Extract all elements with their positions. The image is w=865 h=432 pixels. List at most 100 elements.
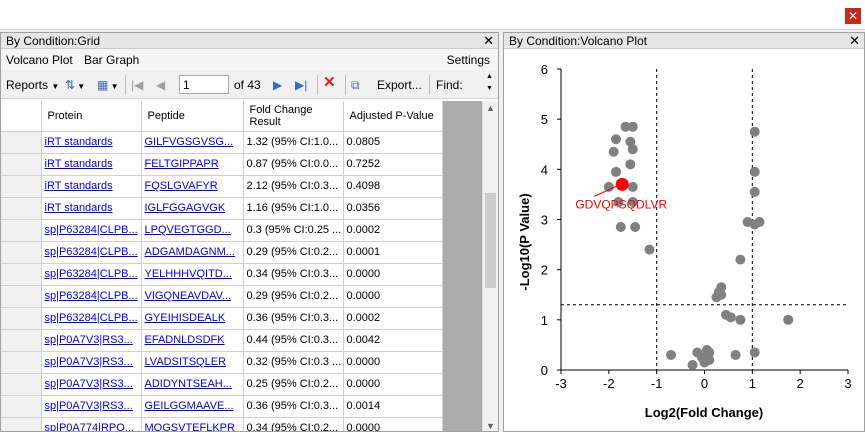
peptide-cell[interactable]: GYEIHISDEALK: [141, 307, 244, 330]
peptide-cell[interactable]: FQSLGVAFYR: [141, 175, 244, 198]
row-header[interactable]: [1, 417, 42, 431]
data-point: [735, 254, 746, 265]
peptide-cell[interactable]: LPQVEGTGGD...: [141, 219, 244, 242]
protein-cell[interactable]: sp|P63284|CLPB...: [41, 241, 142, 264]
peptide-cell[interactable]: ADIDYNTSEAH...: [141, 373, 244, 396]
volcano-plot-menu-item[interactable]: Volcano Plot: [6, 49, 73, 71]
peptide-cell[interactable]: FELTGIPPAPR: [141, 153, 244, 176]
scroll-down-icon[interactable]: ▼: [486, 421, 495, 431]
peptide-cell[interactable]: LVADSITSQLER: [141, 351, 244, 374]
protein-cell[interactable]: sp|P63284|CLPB...: [41, 307, 142, 330]
scrollbar-thumb[interactable]: [485, 193, 496, 288]
page-number-input[interactable]: [179, 75, 229, 94]
filter-icon[interactable]: ⇅ ▼: [65, 77, 85, 95]
protein-cell[interactable]: iRT standards: [41, 197, 142, 220]
protein-cell[interactable]: sp|P63284|CLPB...: [41, 285, 142, 308]
first-page-icon[interactable]: |◀: [131, 77, 143, 93]
row-header[interactable]: [1, 285, 42, 308]
row-header[interactable]: [1, 307, 42, 330]
fold-change-cell: 0.34 (95% CI:0.2...: [243, 417, 344, 431]
row-header[interactable]: [1, 219, 42, 242]
row-header[interactable]: [1, 153, 42, 176]
table-row[interactable]: sp|P63284|CLPB... LPQVEGTGGD... 0.3 (95% C…: [1, 219, 443, 242]
data-point: [630, 222, 641, 233]
close-icon[interactable]: ✕: [849, 33, 860, 49]
grid-toolbar: Reports ▼ ⇅ ▼ ▦ ▼ |◀ ◀ of 43 ▶ ▶| ✕ ⧉ Ex…: [1, 71, 498, 99]
copy-icon[interactable]: ⧉: [351, 77, 360, 93]
row-header[interactable]: [1, 351, 42, 374]
column-header-adjusted-p-value[interactable]: Adjusted P-Value: [343, 101, 443, 132]
protein-cell[interactable]: iRT standards: [41, 131, 142, 154]
last-page-icon[interactable]: ▶|: [295, 77, 307, 93]
volcano-panel: By Condition:Volcano Plot ✕ -3 -2 -1 0 1 2 3 0 1…: [503, 32, 865, 432]
protein-cell[interactable]: sp|P0A7V3|RS3...: [41, 373, 142, 396]
table-row[interactable]: sp|P63284|CLPB... ADGAMDAGNM... 0.29 (95% …: [1, 241, 443, 264]
y-tick-label: 0: [541, 363, 548, 378]
protein-cell[interactable]: iRT standards: [41, 175, 142, 198]
row-header[interactable]: [1, 395, 42, 418]
table-row[interactable]: iRT standards IGLFGGAGVGK 1.16 (95% CI:1.0…: [1, 197, 443, 220]
fold-change-cell: 1.16 (95% CI:1.0...: [243, 197, 344, 220]
table-row[interactable]: sp|P0A7V3|RS3... LVADSITSQLER 0.32 (95% CI…: [1, 351, 443, 374]
peptide-cell[interactable]: GEILGGMAAVE...: [141, 395, 244, 418]
peptide-cell[interactable]: EFADNLDSDFK: [141, 329, 244, 352]
table-row[interactable]: sp|P63284|CLPB... YELHHHVQITD... 0.34 (95%…: [1, 263, 443, 286]
fold-change-cell: 0.36 (95% CI:0.3...: [243, 395, 344, 418]
toolbar-divider: [429, 75, 430, 95]
protein-cell[interactable]: sp|P0A7V3|RS3...: [41, 329, 142, 352]
peptide-cell[interactable]: ADGAMDAGNM...: [141, 241, 244, 264]
protein-cell[interactable]: sp|P0A774|RPO...: [41, 417, 142, 431]
peptide-cell[interactable]: GILFVGSGVSG...: [141, 131, 244, 154]
table-row[interactable]: sp|P0A7V3|RS3... EFADNLDSDFK 0.44 (95% CI:…: [1, 329, 443, 352]
data-point: [749, 126, 760, 137]
grid-scrollbar[interactable]: ▲ ▼: [482, 101, 498, 431]
previous-page-icon[interactable]: ◀: [156, 77, 165, 93]
row-header[interactable]: [1, 329, 42, 352]
column-header-peptide[interactable]: Peptide: [141, 101, 244, 132]
peptide-cell[interactable]: VIGQNEAVDAV...: [141, 285, 244, 308]
table-row[interactable]: sp|P63284|CLPB... GYEIHISDEALK 0.36 (95% C…: [1, 307, 443, 330]
data-point: [666, 349, 677, 360]
row-header[interactable]: [1, 263, 42, 286]
protein-cell[interactable]: sp|P63284|CLPB...: [41, 219, 142, 242]
peptide-cell[interactable]: MQGSVTEFLKPR: [141, 417, 244, 431]
peptide-cell[interactable]: YELHHHVQITD...: [141, 263, 244, 286]
delete-icon[interactable]: ✕: [323, 75, 336, 91]
highlighted-peptide-label: GDVQPSQDLVR: [575, 197, 667, 211]
scroll-up-icon[interactable]: ▲: [486, 103, 495, 113]
row-header[interactable]: [1, 197, 42, 220]
settings-menu-item[interactable]: Settings: [447, 49, 490, 71]
table-row[interactable]: iRT standards FELTGIPPAPR 0.87 (95% CI:0.0…: [1, 153, 443, 176]
close-icon[interactable]: ✕: [845, 8, 861, 24]
volcano-plot[interactable]: -3 -2 -1 0 1 2 3 0 1 2 3 4 5 6 GDVQPSQDLVR -Log10(P Val…: [504, 50, 864, 431]
close-icon[interactable]: ✕: [483, 33, 494, 49]
table-row[interactable]: sp|P0A7V3|RS3... ADIDYNTSEAH... 0.25 (95% …: [1, 373, 443, 396]
table-row[interactable]: iRT standards FQSLGVAFYR 2.12 (95% CI:0.3.…: [1, 175, 443, 198]
bar-graph-menu-item[interactable]: Bar Graph: [84, 49, 139, 71]
protein-cell[interactable]: sp|P63284|CLPB...: [41, 263, 142, 286]
peptide-cell[interactable]: IGLFGGAGVGK: [141, 197, 244, 220]
protein-cell[interactable]: iRT standards: [41, 153, 142, 176]
table-row[interactable]: iRT standards GILFVGSGVSG... 1.32 (95% CI:…: [1, 131, 443, 154]
column-header-protein[interactable]: Protein: [41, 101, 142, 132]
p-value-cell: 0.0002: [343, 219, 443, 242]
results-grid: Protein Peptide Fold Change Result Adjus…: [1, 101, 484, 431]
find-label: Find:: [436, 78, 463, 92]
table-row[interactable]: sp|P0A7V3|RS3... GEILGGMAAVE... 0.36 (95% …: [1, 395, 443, 418]
row-header[interactable]: [1, 175, 42, 198]
row-header[interactable]: [1, 241, 42, 264]
next-page-icon[interactable]: ▶: [273, 77, 282, 93]
reports-dropdown[interactable]: Reports ▼: [6, 77, 59, 95]
y-tick-label: 1: [541, 313, 548, 328]
row-header[interactable]: [1, 131, 42, 154]
table-row[interactable]: sp|P0A774|RPO... MQGSVTEFLKPR 0.34 (95% CI…: [1, 417, 443, 431]
data-point: [611, 166, 622, 177]
grid-layout-icon[interactable]: ▦ ▼: [97, 77, 118, 95]
table-row[interactable]: sp|P63284|CLPB... VIGQNEAVDAV... 0.29 (95%…: [1, 285, 443, 308]
column-header-fold-change[interactable]: Fold Change Result: [243, 101, 344, 132]
row-header[interactable]: [1, 373, 42, 396]
protein-cell[interactable]: sp|P0A7V3|RS3...: [41, 351, 142, 374]
protein-cell[interactable]: sp|P0A7V3|RS3...: [41, 395, 142, 418]
toolbar-overflow[interactable]: ▲ ▼: [486, 73, 496, 97]
export-button[interactable]: Export...: [377, 77, 422, 93]
